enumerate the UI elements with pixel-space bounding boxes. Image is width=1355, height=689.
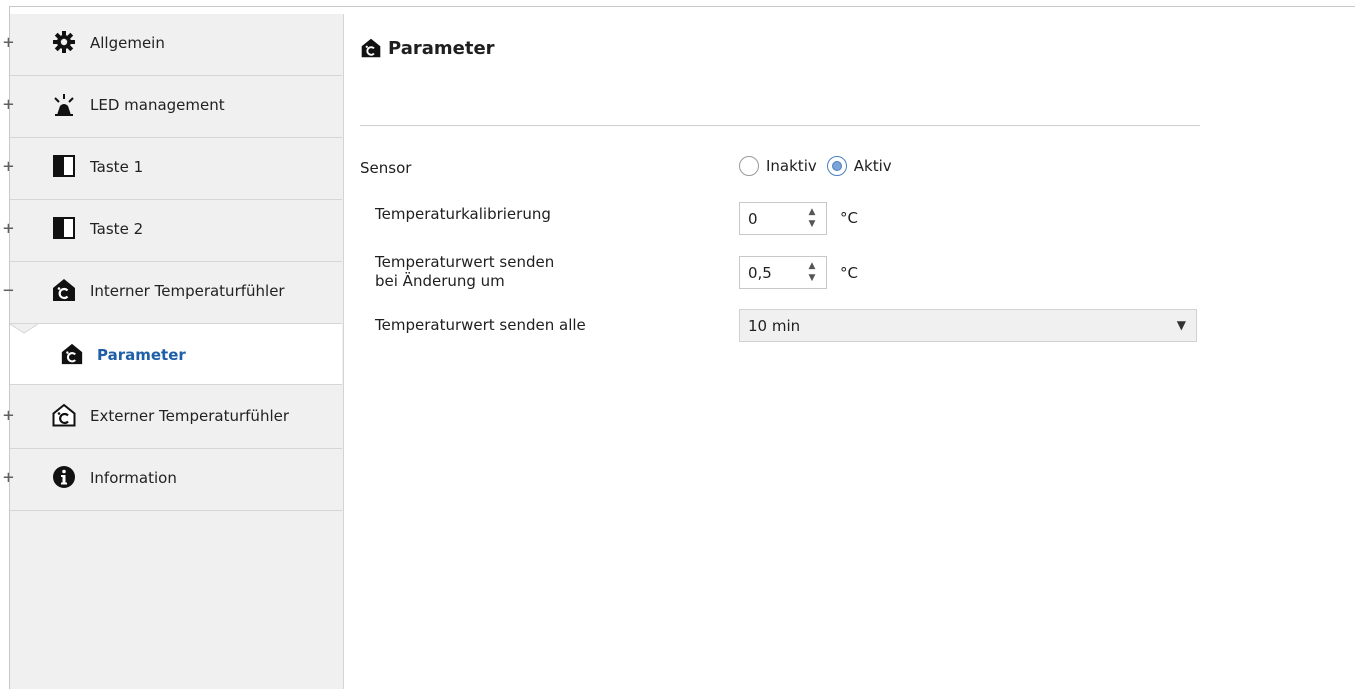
send-every-dropdown[interactable]: 10 min ▼ [739,309,1197,342]
sidebar-item-interner-temperaturfuehler[interactable]: − Interner Temperaturfühler [3,262,342,324]
sidebar-item-label: LED management [90,96,225,114]
button-icon [51,215,77,241]
house-thermometer-icon [51,277,77,303]
calibration-stepper[interactable]: 0 ▲ ▼ [739,202,827,235]
sidebar-item-taste-2[interactable]: + Taste 2 [3,200,342,262]
sidebar-item-label: Allgemein [90,34,165,52]
collapse-toggle[interactable]: − [3,280,23,301]
send-on-change-label-line1: Temperaturwert senden [375,253,555,271]
expand-toggle[interactable]: + [3,405,23,426]
page-title-text: Parameter [388,37,495,59]
selection-notch [10,324,38,334]
sidebar-item-label: Information [90,469,177,487]
sidebar-item-led-management[interactable]: + LED management [3,76,342,138]
sidebar-subitem-parameter[interactable]: Parameter [10,324,342,385]
sidebar-item-label: Interner Temperaturfühler [90,282,285,300]
sidebar-item-label: Externer Temperaturfühler [90,407,290,425]
sidebar-subitem-label: Parameter [97,346,186,364]
send-on-change-unit: °C [840,264,858,282]
spin-arrows-icon[interactable]: ▲ ▼ [806,260,818,286]
expand-toggle[interactable]: + [3,467,23,488]
header-divider [360,125,1200,126]
sidebar-item-information[interactable]: + Information [3,449,342,511]
send-every-value[interactable]: 10 min [748,317,800,335]
calibration-value[interactable]: 0 [748,210,758,228]
send-every-label: Temperaturwert senden alle [375,316,586,334]
sidebar-item-taste-1[interactable]: + Taste 1 [3,138,342,200]
sidebar: + Allgemein + LED management + Taste 1 +… [3,14,344,689]
send-on-change-stepper[interactable]: 0,5 ▲ ▼ [739,256,827,289]
expand-toggle[interactable]: + [3,94,23,115]
chevron-down-icon[interactable]: ▼ [1177,318,1186,332]
sidebar-item-allgemein[interactable]: + Allgemein [3,14,342,76]
calibration-label: Temperaturkalibrierung [375,205,551,223]
page-title: Parameter [360,37,495,59]
sidebar-item-label: Taste 2 [90,220,144,238]
calibration-unit: °C [840,209,858,227]
sensor-inaktiv-radio[interactable] [739,156,759,176]
send-on-change-value[interactable]: 0,5 [748,264,772,282]
info-icon [51,464,77,490]
sensor-aktiv-label[interactable]: Aktiv [854,157,892,175]
sensor-radio-group: Inaktiv Aktiv [739,156,902,176]
house-thermometer-icon [360,37,382,59]
gear-icon [51,29,77,55]
expand-toggle[interactable]: + [3,32,23,53]
expand-toggle[interactable]: + [3,218,23,239]
house-thermometer-outline-icon [51,402,77,428]
expand-toggle[interactable]: + [3,156,23,177]
sensor-aktiv-radio[interactable] [826,156,847,176]
send-on-change-label-line2: bei Änderung um [375,272,505,290]
house-thermometer-icon [60,342,84,366]
sensor-label: Sensor [360,159,412,177]
sensor-inaktiv-label[interactable]: Inaktiv [766,157,817,175]
sidebar-item-externer-temperaturfuehler[interactable]: + Externer Temperaturfühler [3,387,342,449]
sidebar-item-label: Taste 1 [90,158,144,176]
spin-arrows-icon[interactable]: ▲ ▼ [806,206,818,232]
main-panel: Parameter Sensor Inaktiv Aktiv Temperatu… [343,7,1355,689]
button-icon [51,153,77,179]
siren-icon [51,91,77,117]
